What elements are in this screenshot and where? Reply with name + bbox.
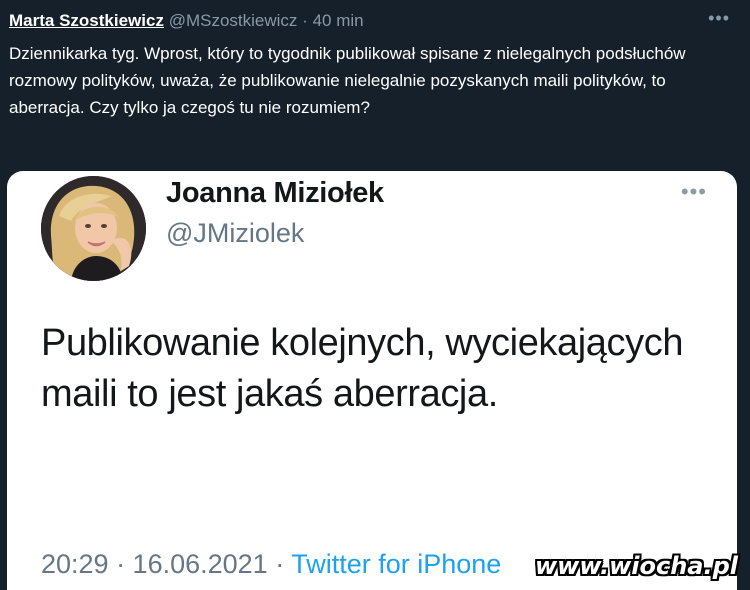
- embedded-author-name: Joanna Miziołek: [166, 177, 384, 209]
- embedded-source: Twitter for iPhone: [291, 549, 502, 579]
- embedded-author-handle: @JMiziolek: [166, 218, 305, 248]
- avatar: [41, 176, 146, 281]
- timestamp[interactable]: 40 min: [313, 11, 364, 30]
- author-name[interactable]: Marta Szostkiewicz: [9, 11, 164, 30]
- dot-separator: ·: [302, 11, 308, 30]
- author-handle[interactable]: @MSzostkiewicz: [169, 11, 298, 30]
- more-horizontal-icon: •••: [680, 179, 707, 204]
- tweet-text: Dziennikarka tyg. Wprost, który to tygod…: [9, 44, 686, 117]
- more-horizontal-icon[interactable]: •••: [708, 8, 730, 29]
- avatar-photo: [41, 176, 146, 281]
- embedded-tweet-screenshot: Joanna Miziołek @JMiziolek ••• Publikowa…: [7, 171, 737, 590]
- tweet: Marta Szostkiewicz @MSzostkiewicz · 40 m…: [0, 0, 750, 590]
- embedded-timestamp: 20:29 · 16.06.2021 ·: [41, 549, 285, 579]
- embedded-tweet-text: Publikowanie kolejnych, wyciekających ma…: [41, 322, 684, 415]
- tweet-header: Marta Szostkiewicz @MSzostkiewicz · 40 m…: [9, 10, 364, 32]
- watermark: www.wiocha.pl: [534, 552, 738, 580]
- embedded-footer: 20:29 · 16.06.2021 · Twitter for iPhone: [41, 549, 501, 580]
